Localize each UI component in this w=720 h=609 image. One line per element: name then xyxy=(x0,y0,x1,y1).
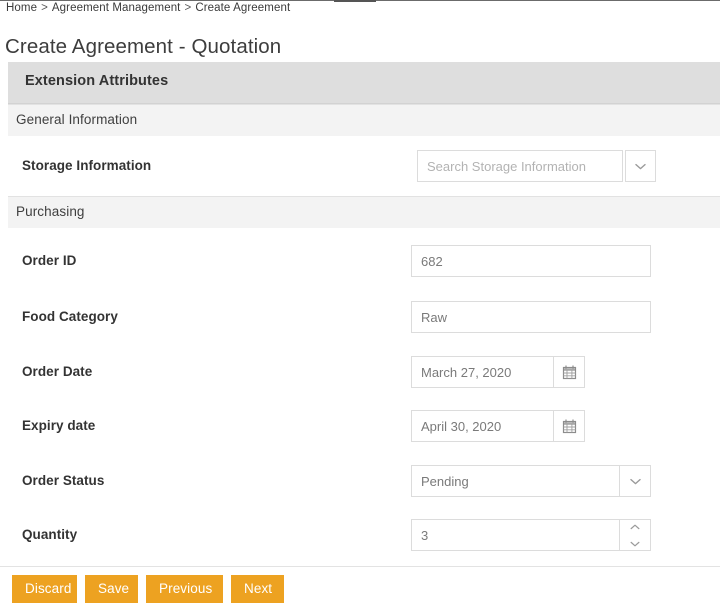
discard-button[interactable]: Discard xyxy=(12,575,77,603)
previous-button[interactable]: Previous xyxy=(146,575,223,603)
form-row-expiry-date: Expiry date xyxy=(8,393,720,449)
control-expiry-date xyxy=(411,410,585,442)
calendar-icon xyxy=(562,419,577,434)
form-row-order-id: Order ID xyxy=(8,228,720,284)
quantity-stepper[interactable] xyxy=(620,519,651,551)
section-header-general-information: General Information xyxy=(8,104,720,136)
panel-header: Extension Attributes xyxy=(8,62,720,104)
section-body-general-information: Storage Information xyxy=(8,136,720,196)
form-row-order-date: Order Date xyxy=(8,339,720,395)
save-button[interactable]: Save xyxy=(85,575,138,603)
section-title: General Information xyxy=(16,112,137,127)
label-quantity: Quantity xyxy=(22,527,77,542)
page-title: Create Agreement - Quotation xyxy=(5,35,281,59)
calendar-picker-button-order-date[interactable] xyxy=(554,356,585,388)
stepper-decrement-button[interactable] xyxy=(620,538,650,550)
control-order-date xyxy=(411,356,585,388)
section-body-purchasing: Order ID Food Category Order Date xyxy=(8,228,720,566)
breadcrumb-separator: > xyxy=(41,2,48,14)
control-quantity xyxy=(411,519,651,551)
label-storage-information: Storage Information xyxy=(22,158,151,173)
number-input-quantity[interactable] xyxy=(411,519,620,551)
breadcrumb: Home>Agreement Management>Create Agreeme… xyxy=(6,2,290,14)
label-order-date: Order Date xyxy=(22,364,92,379)
form-row-order-status: Order Status xyxy=(8,448,720,504)
search-input-storage-information[interactable] xyxy=(417,150,623,182)
footer-action-bar: Discard Save Previous Next xyxy=(0,566,720,609)
breadcrumb-separator: > xyxy=(184,2,191,14)
form-row-food-category: Food Category xyxy=(8,284,720,340)
date-input-expiry-date[interactable] xyxy=(411,410,554,442)
control-order-status xyxy=(411,465,651,497)
breadcrumb-item-home[interactable]: Home xyxy=(6,2,37,14)
next-button[interactable]: Next xyxy=(231,575,284,603)
stepper-increment-button[interactable] xyxy=(620,521,650,533)
control-food-category xyxy=(411,301,651,333)
app-page: Home>Agreement Management>Create Agreeme… xyxy=(0,0,720,608)
label-expiry-date: Expiry date xyxy=(22,418,95,433)
section-title: Purchasing xyxy=(16,204,85,219)
calendar-icon xyxy=(562,365,577,380)
extension-attributes-panel: Extension Attributes General Information… xyxy=(8,62,720,566)
control-order-id xyxy=(411,245,651,277)
label-order-id: Order ID xyxy=(22,253,76,268)
calendar-picker-button-expiry-date[interactable] xyxy=(554,410,585,442)
chevron-up-icon xyxy=(630,524,640,530)
panel-title: Extension Attributes xyxy=(25,73,168,89)
chevron-down-icon xyxy=(630,478,641,485)
text-input-order-id[interactable] xyxy=(411,245,651,277)
dropdown-toggle-storage-information[interactable] xyxy=(625,150,656,182)
chevron-down-icon xyxy=(630,541,640,547)
dropdown-toggle-order-status[interactable] xyxy=(620,465,651,497)
label-food-category: Food Category xyxy=(22,309,118,324)
control-storage-information xyxy=(417,150,656,182)
breadcrumb-item-create-agreement[interactable]: Create Agreement xyxy=(195,2,290,14)
date-input-order-date[interactable] xyxy=(411,356,554,388)
breadcrumb-item-agreement-management[interactable]: Agreement Management xyxy=(52,2,181,14)
text-input-food-category[interactable] xyxy=(411,301,651,333)
form-row-storage-information: Storage Information xyxy=(8,136,720,196)
section-header-purchasing: Purchasing xyxy=(8,196,720,228)
top-cut-off-element xyxy=(334,0,376,2)
select-input-order-status[interactable] xyxy=(411,465,620,497)
chevron-down-icon xyxy=(635,163,646,170)
label-order-status: Order Status xyxy=(22,473,104,488)
form-row-quantity: Quantity xyxy=(8,502,720,558)
